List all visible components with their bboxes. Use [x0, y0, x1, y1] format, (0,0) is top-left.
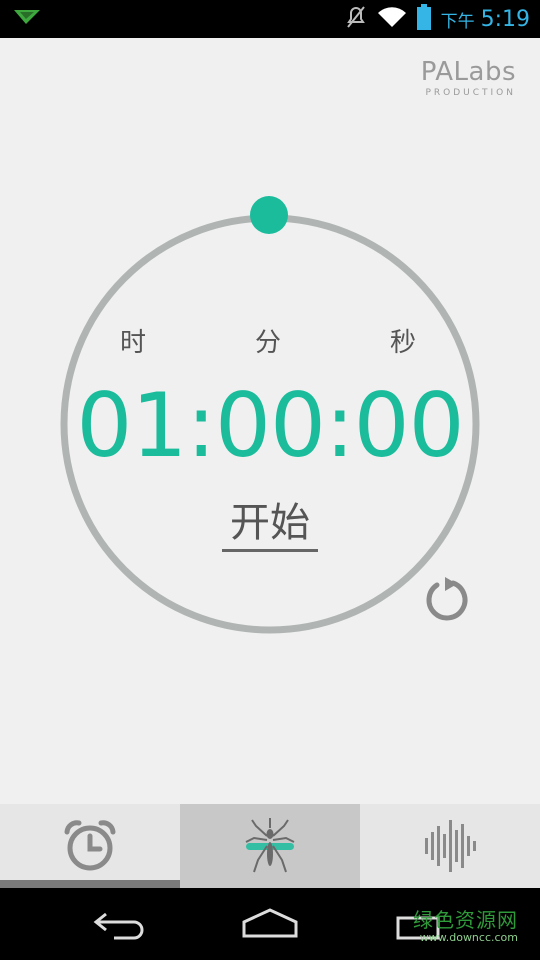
watermark-title: 绿色资源网	[413, 908, 518, 932]
status-icons: 下午 5:19	[345, 4, 530, 34]
status-ampm: 下午	[440, 11, 475, 32]
mute-icon	[345, 5, 367, 33]
status-time: 5:19	[480, 6, 530, 32]
brand-logo: PALabs PRODUCTION	[421, 58, 516, 98]
tab-soundwave[interactable]	[360, 804, 540, 888]
mosquito-icon	[245, 818, 295, 873]
reset-button[interactable]	[423, 575, 471, 623]
second-label: 秒	[390, 328, 417, 358]
battery-icon	[416, 4, 431, 34]
refresh-icon	[426, 577, 468, 621]
tab-mosquito[interactable]	[180, 804, 360, 888]
home-button[interactable]	[240, 904, 300, 944]
brand-name: PALabs	[420, 57, 516, 87]
tab-indicator	[0, 880, 180, 888]
watermark-url: www.downcc.com	[419, 931, 518, 944]
wifi-icon	[377, 5, 407, 33]
progress-handle[interactable]	[249, 195, 289, 235]
hour-label: 时	[120, 328, 147, 358]
watermark: 绿色资源网 www.downcc.com	[413, 904, 518, 944]
bottom-tabbar	[0, 804, 540, 888]
home-icon	[242, 908, 298, 938]
back-arrow-icon	[93, 912, 144, 940]
brand-subtitle: PRODUCTION	[425, 88, 516, 98]
soundwave-icon	[425, 820, 476, 872]
minute-label: 分	[255, 328, 282, 358]
unit-labels: 时 分 秒	[0, 322, 540, 362]
alarm-clock-icon	[64, 820, 116, 871]
timer-display[interactable]: 01:00:00	[0, 376, 540, 476]
status-bar: 下午 5:19	[0, 0, 540, 38]
tab-alarm[interactable]	[0, 804, 180, 888]
back-button[interactable]	[92, 904, 148, 944]
notification-icon	[14, 8, 40, 30]
start-button[interactable]: 开始	[222, 498, 318, 552]
